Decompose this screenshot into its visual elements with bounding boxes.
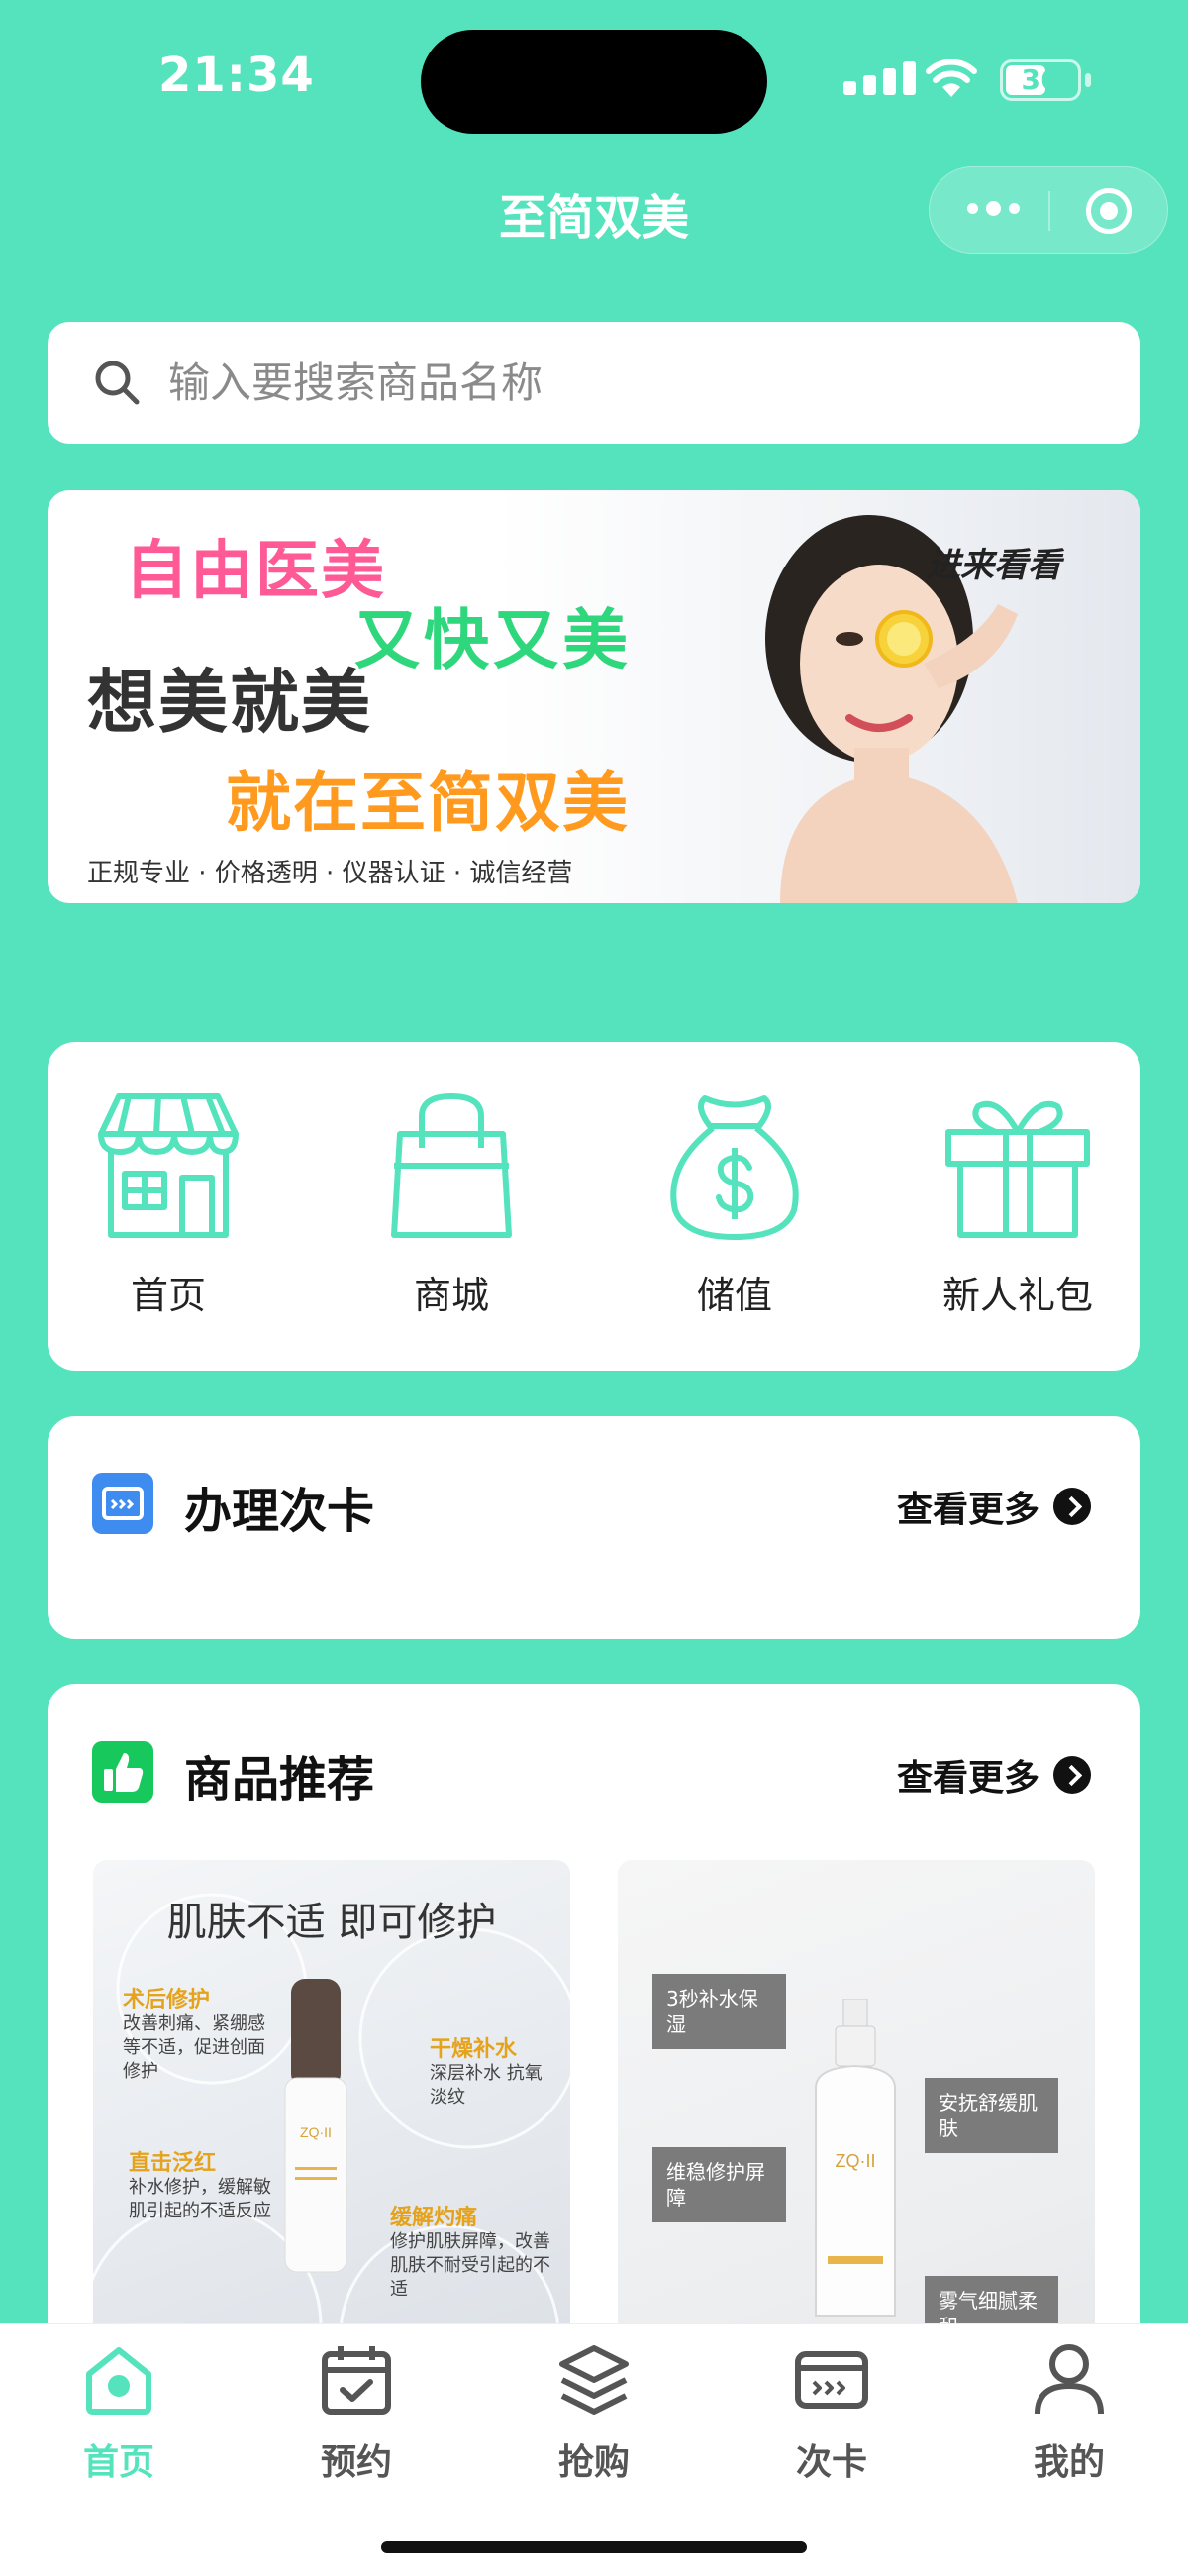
view-more-link[interactable]: 查看更多 <box>897 1481 1091 1532</box>
banner-line-4: 就在至简双美 <box>226 765 630 841</box>
money-bag-icon <box>670 1095 799 1240</box>
tab-home[interactable]: 首页 <box>30 2342 208 2485</box>
tab-flash-sale[interactable]: 抢购 <box>505 2342 683 2485</box>
store-icon <box>98 1093 239 1238</box>
view-more-label: 查看更多 <box>896 1490 1040 1530</box>
feature-box: 3秒补水保湿 <box>652 1974 786 2049</box>
tab-label: 次卡 <box>795 2442 867 2483</box>
card-icon <box>92 1473 153 1534</box>
view-more-label: 查看更多 <box>896 1758 1040 1799</box>
more-dots-icon[interactable] <box>967 201 1020 216</box>
quick-label: 商城 <box>413 1274 489 1317</box>
search-bar[interactable] <box>48 322 1140 444</box>
signal-icon <box>843 61 916 95</box>
tab-label: 预约 <box>320 2442 392 2483</box>
banner-line-3: 想美就美 <box>87 662 372 743</box>
status-bar: 21:34 36 <box>0 0 1188 149</box>
tab-label: 抢购 <box>557 2442 630 2483</box>
home-icon <box>86 2347 151 2415</box>
section-title: 商品推荐 <box>184 1752 375 1807</box>
view-more-link[interactable]: 查看更多 <box>897 1749 1091 1801</box>
quick-label: 储值 <box>696 1274 772 1317</box>
card-icon <box>795 2351 868 2409</box>
thumbs-up-icon <box>92 1741 153 1803</box>
quick-menu: 首页 商城 储值 新人礼包 <box>48 1042 1140 1371</box>
battery-level: 36 <box>1021 63 1060 96</box>
spray-bottle-image: ZQ·II <box>815 1999 896 2317</box>
gift-icon <box>945 1100 1090 1238</box>
quick-item-gift[interactable]: 新人礼包 <box>919 1086 1117 1319</box>
serum-bottle-image: ZQ·II <box>284 1979 347 2273</box>
quick-item-home[interactable]: 首页 <box>69 1086 267 1319</box>
bottom-tab-bar: 首页 预约 抢购 次卡 我的 <box>0 2323 1188 2576</box>
banner-line-2: 又快又美 <box>354 602 632 678</box>
tab-times-card[interactable]: 次卡 <box>742 2342 921 2485</box>
status-time: 21:34 <box>158 48 315 103</box>
quick-item-recharge[interactable]: 储值 <box>636 1086 834 1319</box>
section-title: 办理次卡 <box>184 1484 375 1539</box>
home-indicator <box>381 2541 807 2553</box>
svg-text:ZQ·II: ZQ·II <box>836 2151 876 2171</box>
product-headline: 肌肤不适 即可修护 <box>166 1900 497 1945</box>
quick-item-mall[interactable]: 商城 <box>352 1086 550 1319</box>
svg-text:ZQ·II: ZQ·II <box>300 2124 332 2140</box>
feature-box: 安抚舒缓肌肤 <box>925 2078 1058 2153</box>
quick-label: 首页 <box>130 1274 206 1317</box>
search-icon <box>95 361 140 405</box>
banner-line-1: 自由医美 <box>125 535 386 608</box>
tab-profile[interactable]: 我的 <box>980 2342 1158 2485</box>
promo-banner[interactable]: 进来看看 自由医美 又快又美 想美就美 就在至简双美 正规专业 · 价格透明 ·… <box>48 490 1140 903</box>
chevron-right-icon <box>1053 1756 1091 1794</box>
layers-icon <box>559 2345 629 2415</box>
search-input[interactable] <box>168 352 1059 413</box>
user-icon <box>1035 2344 1104 2415</box>
shopping-bag-icon <box>391 1093 512 1238</box>
calendar-check-icon <box>322 2346 391 2415</box>
mini-program-capsule[interactable] <box>929 166 1168 254</box>
battery-icon: 36 <box>1000 59 1081 101</box>
feature-box: 维稳修护屏障 <box>652 2147 786 2222</box>
times-card-section: 办理次卡 查看更多 <box>48 1416 1140 1639</box>
chevron-right-icon <box>1053 1488 1091 1525</box>
wifi-icon <box>926 59 977 97</box>
close-target-icon[interactable] <box>1086 188 1132 234</box>
quick-label: 新人礼包 <box>941 1274 1093 1317</box>
camera-notch <box>421 30 767 134</box>
tab-label: 首页 <box>82 2442 154 2483</box>
tab-label: 我的 <box>1033 2442 1105 2483</box>
tab-booking[interactable]: 预约 <box>267 2342 446 2485</box>
banner-cta[interactable]: 进来看看 <box>927 538 1061 586</box>
banner-tagline: 正规专业 · 价格透明 · 仪器认证 · 诚信经营 <box>87 859 573 888</box>
